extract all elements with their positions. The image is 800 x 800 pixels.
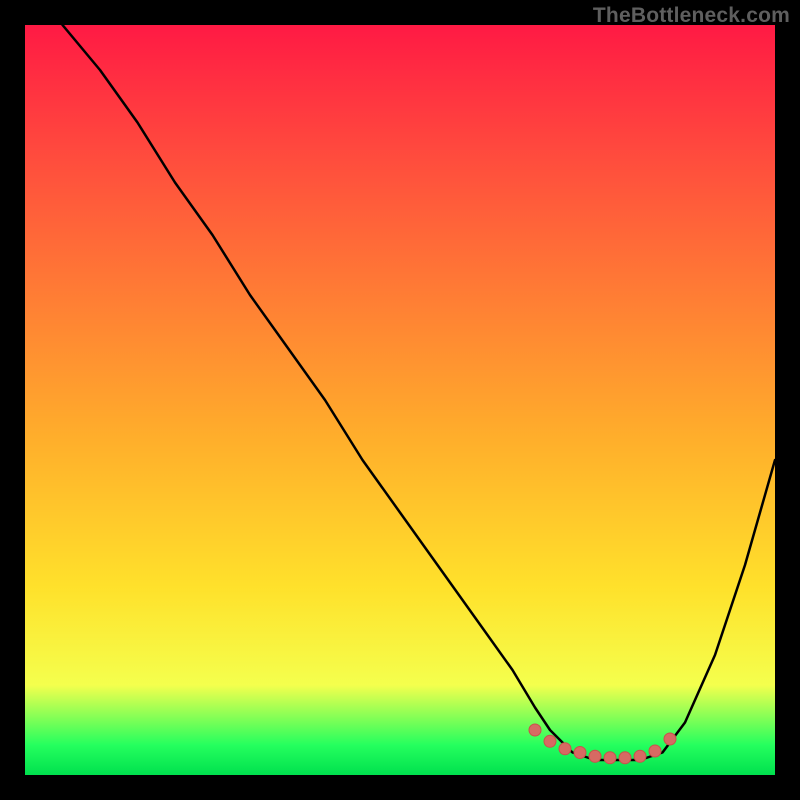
chart-svg xyxy=(25,25,775,775)
data-point xyxy=(544,735,556,747)
data-point xyxy=(619,752,631,764)
data-point xyxy=(634,750,646,762)
chart-frame: TheBottleneck.com xyxy=(0,0,800,800)
bottleneck-curve xyxy=(63,25,776,760)
data-point xyxy=(574,747,586,759)
data-point xyxy=(604,752,616,764)
data-point xyxy=(589,750,601,762)
watermark-text: TheBottleneck.com xyxy=(593,4,790,28)
data-point xyxy=(664,733,676,745)
data-point xyxy=(649,745,661,757)
data-point xyxy=(559,743,571,755)
data-point xyxy=(529,724,541,736)
chart-plot-area xyxy=(25,25,775,775)
